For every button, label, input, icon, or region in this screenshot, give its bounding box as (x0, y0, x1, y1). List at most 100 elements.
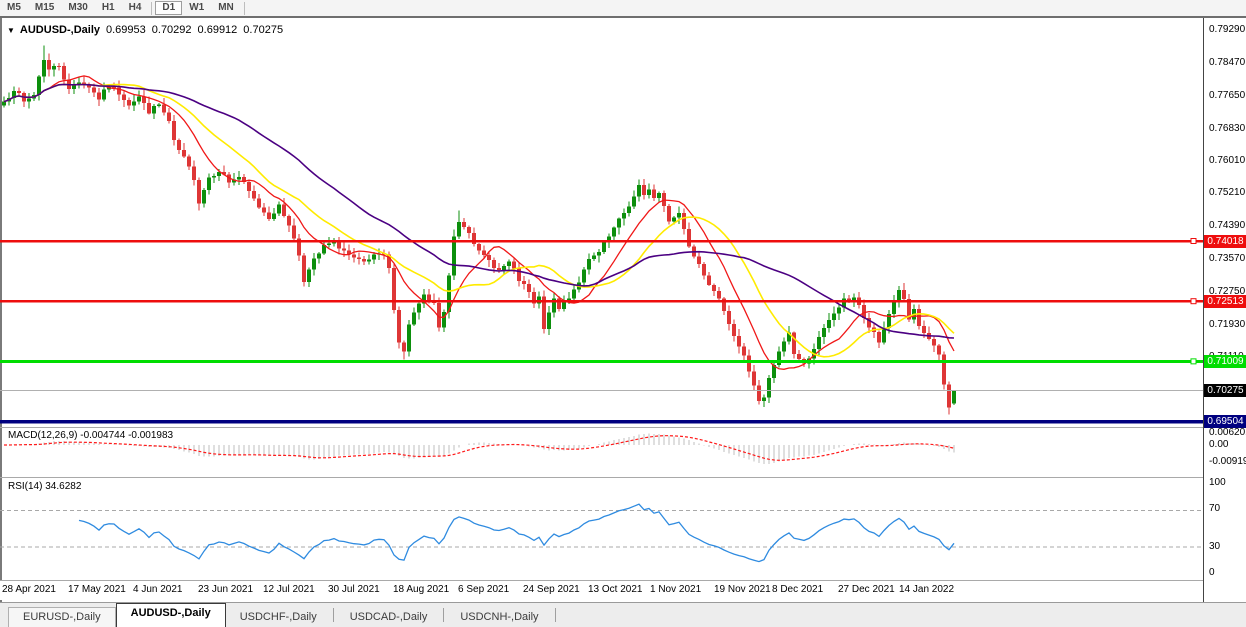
candle-body (637, 184, 641, 197)
moving-average-20 (3, 83, 955, 358)
candle-body (182, 149, 186, 157)
candle-body (712, 284, 716, 291)
line-anchor-handle (1190, 358, 1197, 365)
tab-separator (554, 608, 556, 622)
candle-body (252, 191, 256, 199)
candle-body (497, 268, 501, 270)
timeframe-button-h1[interactable]: H1 (95, 1, 122, 15)
candle-body (462, 221, 466, 228)
candle-body (122, 94, 126, 101)
candle-body (327, 243, 331, 245)
candle-body (947, 384, 951, 408)
candle-body (672, 217, 676, 222)
candle-body (292, 225, 296, 239)
expand-triangle-icon[interactable]: ▼ (7, 26, 15, 35)
candle-body (262, 207, 266, 213)
line-anchor-handle (1190, 298, 1197, 305)
candle-body (737, 336, 741, 347)
candle-body (592, 255, 596, 260)
candle-body (617, 218, 621, 228)
candle-body (282, 204, 286, 217)
separator-macd-rsi (0, 477, 1246, 478)
candle-body (557, 298, 561, 309)
candle-body (267, 212, 271, 219)
candle-body (27, 98, 31, 102)
ohlc-open: 0.69953 (106, 24, 146, 36)
candle-body (667, 206, 671, 222)
candle-body (57, 66, 61, 68)
candle-body (487, 255, 491, 261)
candle-body (817, 337, 821, 350)
candle-body (247, 182, 251, 192)
candle-body (202, 190, 206, 204)
candle-body (942, 354, 946, 385)
toolbar-separator (151, 1, 153, 15)
symbol-tab-audusd[interactable]: AUDUSD-,Daily (115, 603, 226, 627)
ohlc-high: 0.70292 (151, 24, 192, 36)
line-anchor-handle (1190, 238, 1197, 244)
rsi-label: RSI(14) 34.6282 (8, 481, 82, 492)
timeframe-button-m5[interactable]: M5 (0, 1, 28, 15)
candle-body (827, 319, 831, 329)
candle-body (402, 342, 406, 352)
price-level-badge: 0.70275 (1204, 384, 1246, 398)
symbol-title: AUDUSD-,Daily (19, 24, 100, 36)
date-tick-label: 12 Jul 2021 (263, 584, 315, 595)
candle-body (752, 371, 756, 386)
timeframe-button-m30[interactable]: M30 (61, 1, 94, 15)
symbol-tab-eurusd[interactable]: EURUSD-,Daily (8, 607, 116, 627)
candle-body (622, 212, 626, 219)
date-tick-label: 27 Dec 2021 (838, 584, 895, 595)
candle-body (362, 259, 366, 262)
candle-body (457, 221, 461, 237)
candle-body (72, 85, 76, 90)
candle-body (137, 96, 141, 102)
candle-body (897, 289, 901, 301)
candle-body (602, 242, 606, 253)
candle-body (512, 261, 516, 269)
date-tick-label: 13 Oct 2021 (588, 584, 643, 595)
candle-body (172, 120, 176, 141)
timeframe-toolbar: M5 M15 M30 H1 H4 D1 W1 MN (0, 0, 1246, 18)
date-axis[interactable]: 28 Apr 2021 17 May 2021 4 Jun 2021 23 Jun 2… (0, 581, 1203, 600)
candle-body (372, 254, 376, 260)
candle-body (647, 189, 651, 196)
price-chart-canvas[interactable] (0, 18, 1203, 602)
candle-body (822, 328, 826, 338)
candle-body (937, 345, 941, 355)
price-tick: 0.74390 (1209, 220, 1246, 232)
price-axis[interactable]: 0.79290 0.78470 0.77650 0.76830 0.76010 0.752… (1203, 18, 1246, 602)
candle-body (367, 259, 371, 262)
candle-body (682, 213, 686, 230)
candle-body (697, 256, 701, 265)
symbol-tab-usdchf[interactable]: USDCHF-,Daily (226, 608, 331, 627)
candle-body (792, 332, 796, 354)
candle-body (657, 193, 661, 199)
symbol-tab-usdcnh[interactable]: USDCNH-,Daily (446, 608, 552, 627)
candle-body (527, 283, 531, 293)
candle-body (52, 66, 56, 70)
candle-body (162, 104, 166, 113)
candle-body (547, 312, 551, 329)
timeframe-button-mn[interactable]: MN (211, 1, 241, 15)
candle-body (187, 156, 191, 167)
ohlc-low: 0.69912 (197, 24, 238, 36)
candle-body (877, 332, 881, 343)
candle-body (797, 353, 801, 359)
timeframe-button-h4[interactable]: H4 (122, 1, 149, 15)
timeframe-button-w1[interactable]: W1 (182, 1, 211, 15)
candle-body (197, 180, 201, 204)
price-tick: 0.76010 (1209, 155, 1246, 167)
candle-body (767, 378, 771, 398)
timeframe-button-d1[interactable]: D1 (155, 1, 183, 15)
price-tick: 0.71930 (1209, 318, 1246, 330)
candle-body (97, 92, 101, 100)
candle-body (917, 309, 921, 326)
candle-body (157, 104, 161, 106)
candle-body (152, 105, 156, 114)
candle-body (597, 252, 601, 256)
timeframe-button-m15[interactable]: M15 (28, 1, 61, 15)
date-tick-label: 28 Apr 2021 (2, 584, 56, 595)
candle-body (837, 307, 841, 314)
symbol-tab-usdcad[interactable]: USDCAD-,Daily (336, 608, 442, 627)
